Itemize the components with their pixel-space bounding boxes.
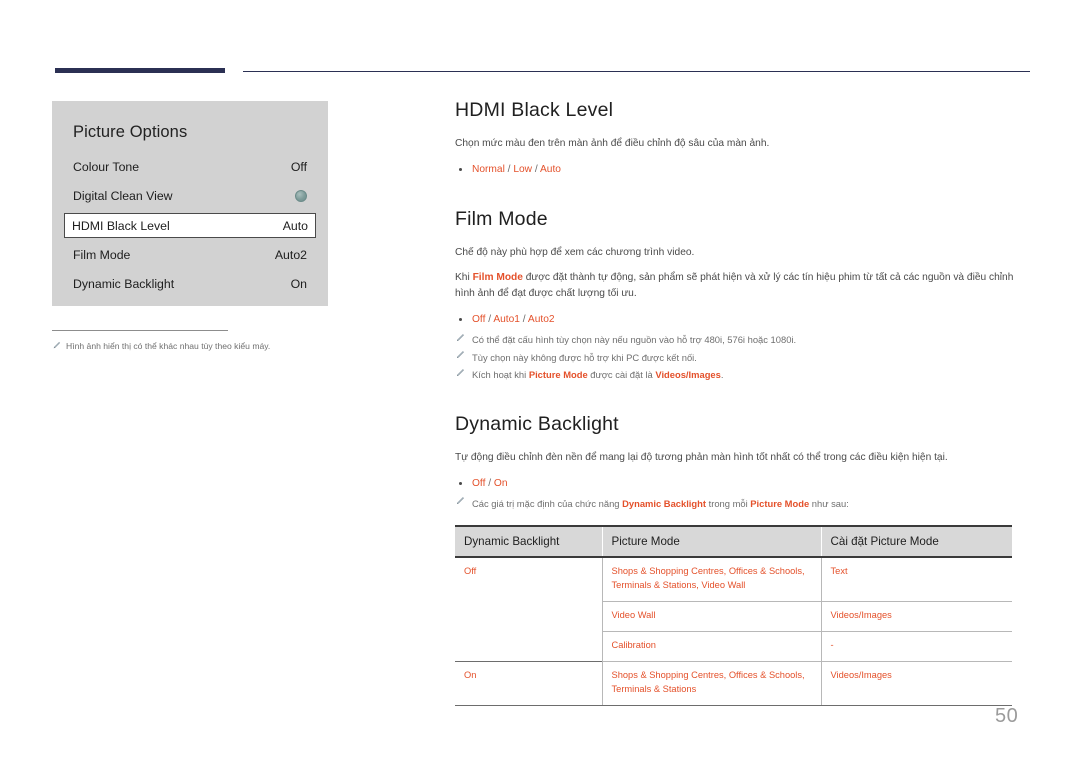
paragraph-hdmi-black-level: Chọn mức màu đen trên màn ảnh để điều ch… <box>455 138 770 149</box>
option-separator: / <box>519 313 528 325</box>
option-list-hdmi-black-level: Normal / Low / Auto <box>455 161 1033 179</box>
option-value: Auto1 <box>493 313 520 325</box>
accent-term-videos-images: Videos/Images <box>655 369 721 381</box>
table-row: Off Shops & Shopping Centres, Offices & … <box>455 556 1012 662</box>
text-fragment: được cài đặt là <box>587 369 656 381</box>
option-value: Off <box>472 313 486 325</box>
osd-row-label: Colour Tone <box>73 159 140 174</box>
osd-note-text: Hình ảnh hiển thị có thể khác nhau tùy t… <box>66 341 271 351</box>
osd-row-label: HDMI Black Level <box>72 218 170 233</box>
osd-row-value: Off <box>290 159 307 174</box>
table-column-header-picture-mode: Picture Mode <box>602 525 822 559</box>
table-column-header-dynamic-backlight: Dynamic Backlight <box>455 525 603 559</box>
table-cell-setting: Videos/Images <box>821 601 1012 633</box>
option-separator: / <box>532 163 540 175</box>
option-list-item: Normal / Low / Auto <box>455 161 1033 179</box>
page-header-rules <box>0 0 1080 90</box>
text-fragment: như sau: <box>809 497 849 509</box>
pencil-icon <box>455 368 465 378</box>
heading-film-mode: Film Mode <box>455 208 548 231</box>
osd-row-colour-tone[interactable]: Colour Tone Off <box>72 152 308 182</box>
note-film-mode-2: Tùy chọn này không được hỗ trợ khi PC đư… <box>455 350 1033 365</box>
text-fragment: . <box>720 369 724 381</box>
accent-term-dynamic-backlight: Dynamic Backlight <box>622 497 706 509</box>
table-cell-backlight: Off <box>455 556 603 662</box>
accent-term-picture-mode: Picture Mode <box>528 369 588 381</box>
note-dynamic-backlight-table: Các giá trị mặc định của chức năng Dynam… <box>455 496 1033 511</box>
pencil-icon <box>52 341 61 350</box>
table-cell-setting: Text <box>821 556 1012 603</box>
paragraph-film-mode-1: Chế độ này phù hợp để xem các chương trì… <box>455 247 695 259</box>
osd-row-film-mode[interactable]: Film Mode Auto2 <box>72 240 308 270</box>
note-film-mode-3: Kích hoạt khi Picture Mode được cài đặt … <box>455 368 1033 383</box>
table-cell-setting: - <box>821 631 1012 663</box>
option-value: On <box>493 477 508 489</box>
osd-row-label: Film Mode <box>73 247 131 262</box>
osd-row-dynamic-backlight[interactable]: Dynamic Backlight On <box>72 270 308 300</box>
paragraph-film-mode-2: Khi Film Mode được đặt thành tự động, sả… <box>455 270 1033 303</box>
osd-panel-title: Picture Options <box>73 123 188 141</box>
osd-row-value: Auto2 <box>274 247 307 262</box>
option-list-item: Off / Auto1 / Auto2 <box>455 311 1033 329</box>
accent-term-film-mode: Film Mode <box>472 271 523 283</box>
osd-picture-options-panel: Picture Options Colour Tone Off Digital … <box>52 101 328 306</box>
text-fragment: được đặt thành tự động, sản phẩm sẽ phát… <box>455 271 1014 300</box>
note-film-mode-1: Có thể đặt cấu hình tùy chọn này nếu ngu… <box>455 333 1033 348</box>
option-value: Normal <box>472 163 505 175</box>
table-cell-picture-mode: Shops & Shopping Centres, Offices & Scho… <box>602 661 822 707</box>
table-header-row: Dynamic Backlight Picture Mode Cài đặt P… <box>455 525 1012 559</box>
note-text: Kích hoạt khi Picture Mode được cài đặt … <box>472 368 723 383</box>
pencil-icon <box>455 496 465 506</box>
table-row: On Shops & Shopping Centres, Offices & S… <box>455 661 1012 707</box>
osd-note: Hình ảnh hiển thị có thể khác nhau tùy t… <box>52 341 327 352</box>
table-column-header-picture-mode-setting: Cài đặt Picture Mode <box>821 525 1012 559</box>
osd-row-value: Auto <box>282 218 308 233</box>
pencil-icon <box>455 333 465 343</box>
osd-row-digital-clean-view[interactable]: Digital Clean View <box>72 182 308 212</box>
pencil-icon <box>455 350 465 360</box>
page-number: 50 <box>995 705 1019 727</box>
table-cell-picture-mode: Video Wall <box>602 601 822 633</box>
toggle-indicator-icon <box>295 190 307 203</box>
header-accent-bar <box>55 68 225 73</box>
osd-row-label: Dynamic Backlight <box>73 277 175 292</box>
dynamic-backlight-defaults-table: Dynamic Backlight Picture Mode Cài đặt P… <box>455 525 1012 707</box>
osd-row-value: On <box>290 277 307 292</box>
option-separator: / <box>485 477 494 489</box>
note-text: Tùy chọn này không được hỗ trợ khi PC đư… <box>472 351 697 363</box>
left-illustration-column: Picture Options Colour Tone Off Digital … <box>52 101 330 352</box>
option-value: Off <box>472 477 486 489</box>
text-fragment: trong mỗi <box>706 497 751 509</box>
header-divider-line <box>243 71 1030 72</box>
note-text: Có thể đặt cấu hình tùy chọn này nếu ngu… <box>472 334 797 346</box>
table-cell-setting: Videos/Images <box>821 661 1012 707</box>
text-fragment: Các giá trị mặc định của chức năng <box>472 497 623 509</box>
note-divider <box>52 330 228 331</box>
table-cell-backlight: On <box>455 661 603 707</box>
option-list-film-mode: Off / Auto1 / Auto2 <box>455 311 1033 329</box>
main-content: HDMI Black Level Chọn mức màu đen trên m… <box>455 99 1033 707</box>
paragraph-dynamic-backlight: Tự động điều chỉnh đèn nền để mang lại đ… <box>455 451 948 463</box>
option-list-item: Off / On <box>455 475 1033 493</box>
table-cell-picture-mode: Shops & Shopping Centres, Offices & Scho… <box>602 556 822 603</box>
osd-note-block: Hình ảnh hiển thị có thể khác nhau tùy t… <box>52 330 270 352</box>
option-value: Low <box>513 163 533 175</box>
osd-row-hdmi-black-level[interactable]: HDMI Black Level Auto <box>64 213 316 238</box>
text-fragment: Kích hoạt khi <box>472 369 529 381</box>
option-value: Auto <box>539 163 561 175</box>
heading-hdmi-black-level: HDMI Black Level <box>455 99 614 121</box>
note-text: Các giá trị mặc định của chức năng Dynam… <box>472 496 849 511</box>
text-fragment: Khi <box>455 271 473 283</box>
osd-row-label: Digital Clean View <box>73 189 173 204</box>
option-value: Auto2 <box>527 313 555 325</box>
option-list-dynamic-backlight: Off / On <box>455 475 1033 493</box>
table-cell-picture-mode: Calibration <box>602 631 822 663</box>
accent-term-picture-mode: Picture Mode <box>750 497 810 509</box>
heading-dynamic-backlight: Dynamic Backlight <box>455 412 619 435</box>
